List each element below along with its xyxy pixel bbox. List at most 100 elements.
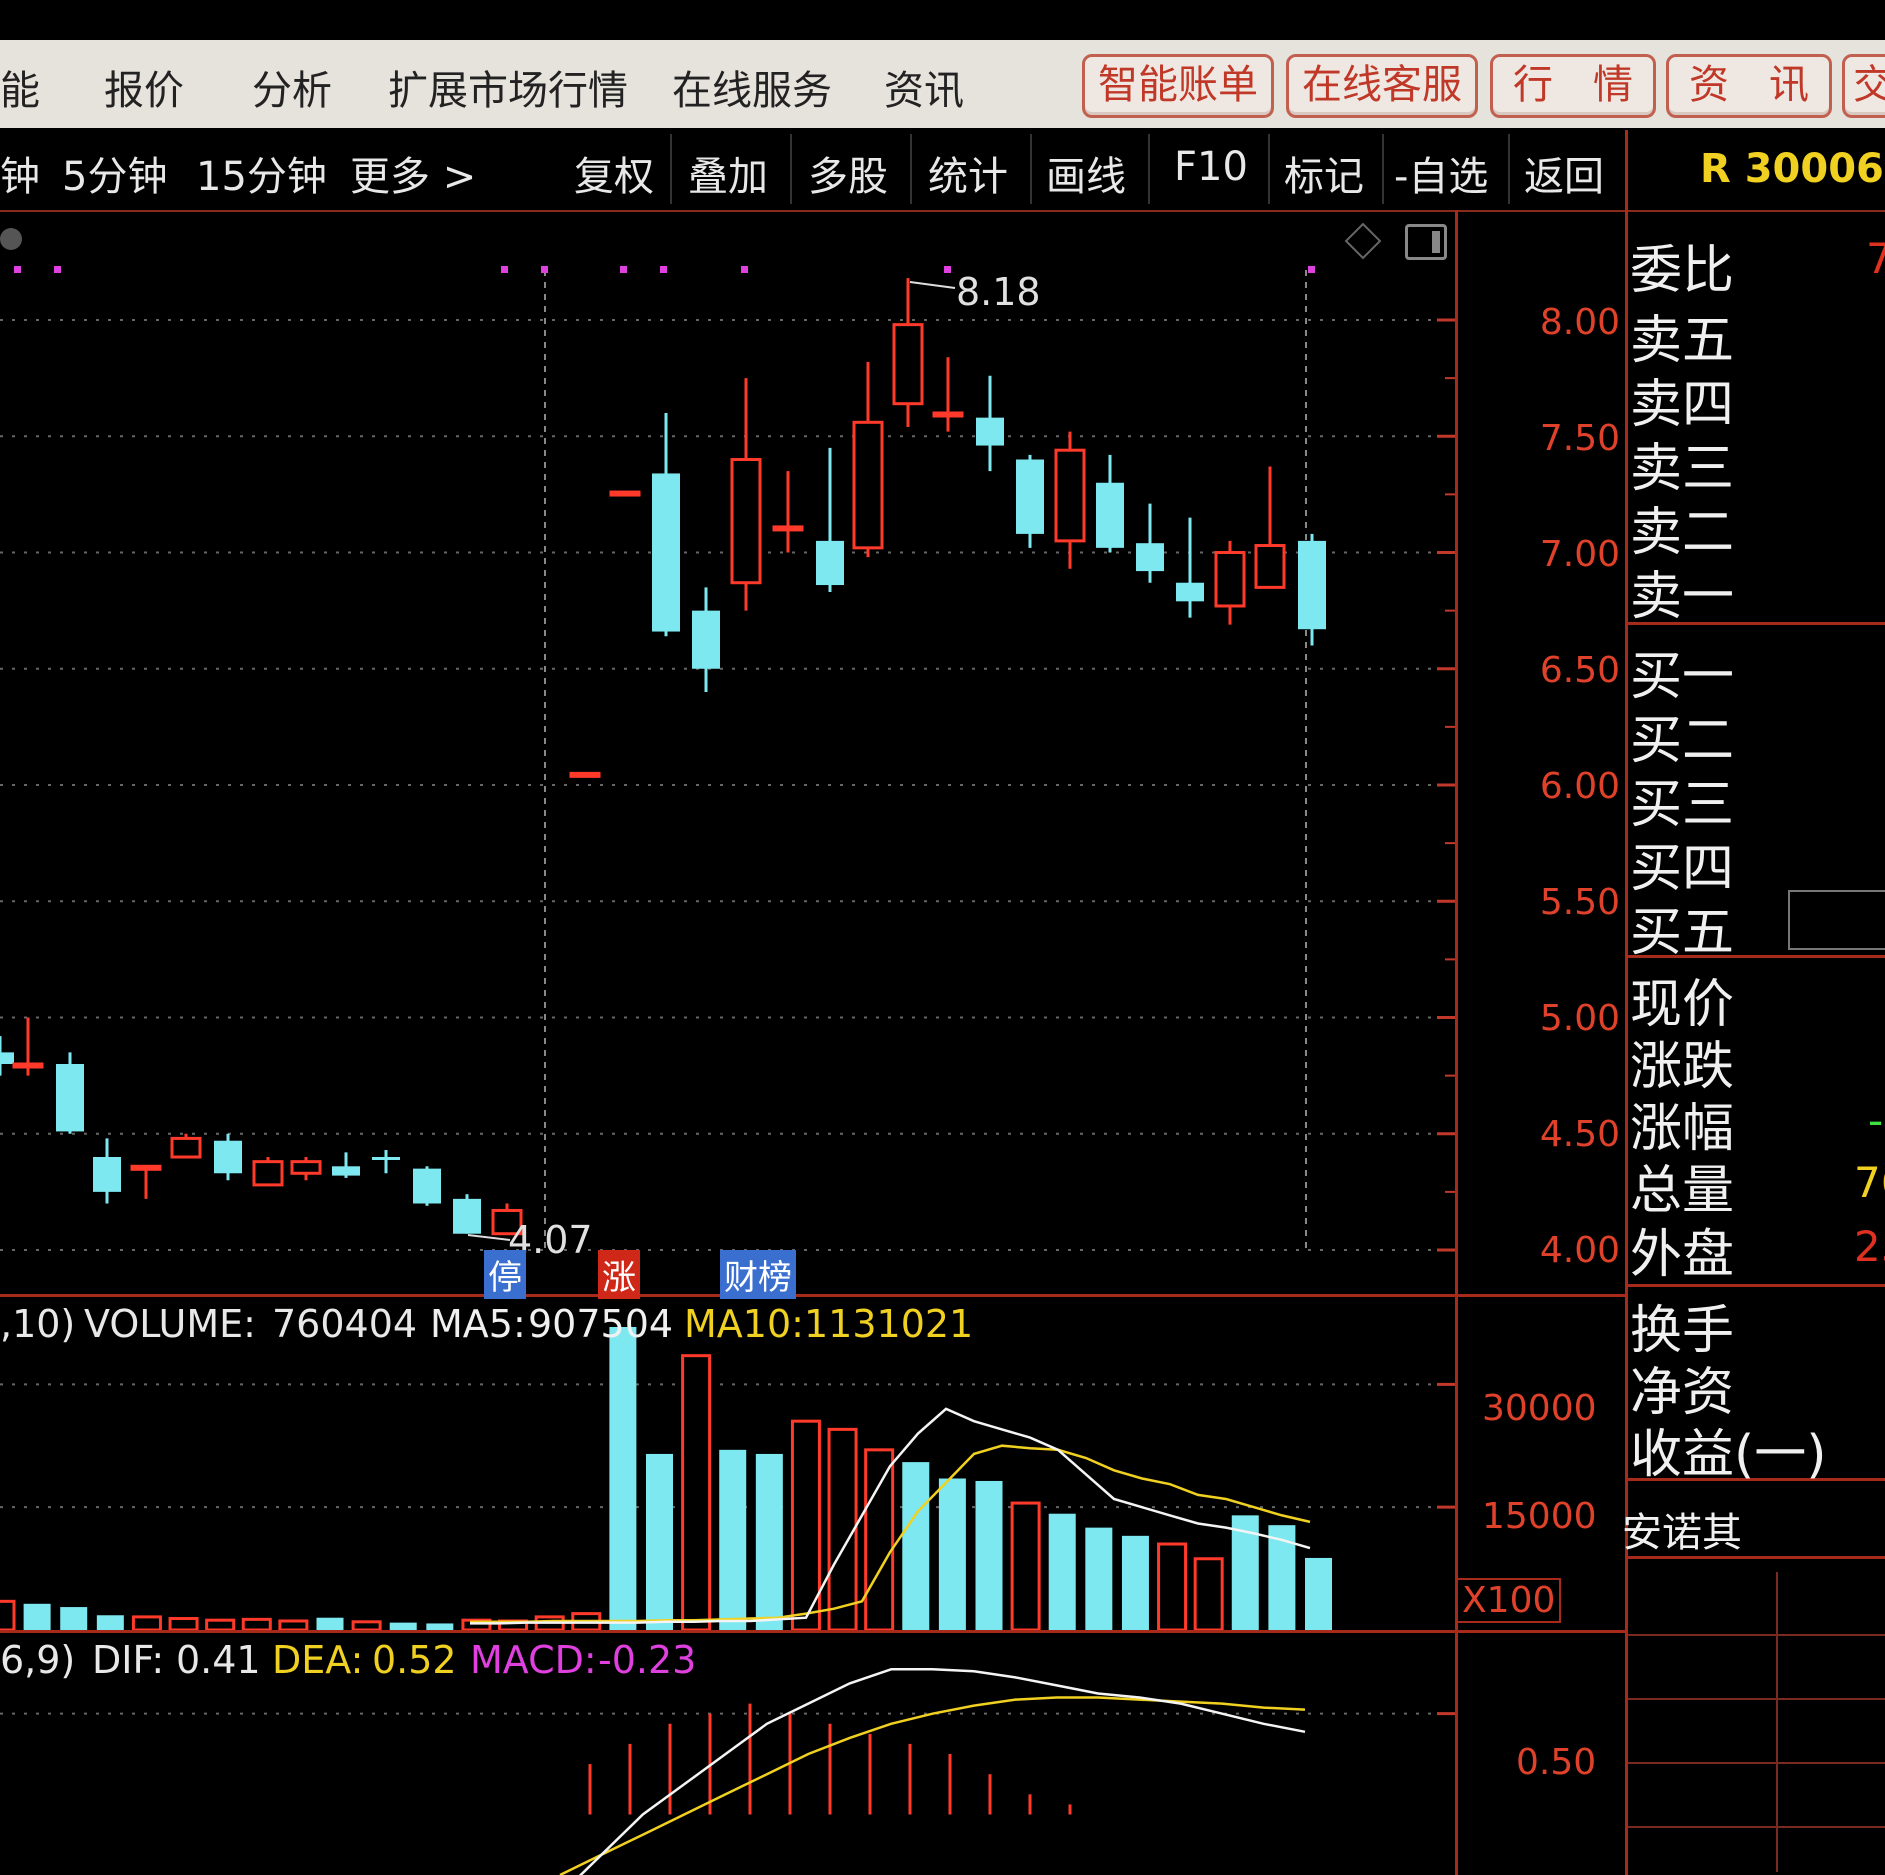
candle-body — [170, 1136, 202, 1159]
volume-bar — [241, 1617, 272, 1630]
candle-body — [413, 1168, 441, 1204]
volume-bar — [1048, 1513, 1076, 1630]
volume-bar — [426, 1623, 454, 1630]
menu-item-news[interactable]: 资讯 — [884, 58, 964, 116]
high-price-label: 8.18 — [956, 270, 1041, 314]
low-pointer — [467, 1234, 511, 1241]
macd-value: -0.23 — [598, 1638, 697, 1682]
volume-bar — [1010, 1501, 1041, 1630]
menu-bar: 能 报价 分析 扩展市场行情 在线服务 资讯 智能账单 在线客服 行 情 资 讯… — [0, 40, 1885, 128]
volume-bar — [205, 1618, 236, 1630]
event-marker — [660, 266, 667, 273]
event-tag-suspend[interactable]: 停 — [484, 1250, 526, 1299]
candle-body — [652, 473, 680, 632]
price-tick: 7.50 — [1539, 418, 1620, 459]
sell-level-1: 卖一 — [1630, 567, 1735, 627]
candle-body — [1054, 448, 1086, 543]
statistics-button[interactable]: 统计 — [928, 144, 1008, 202]
dea-value: 0.52 — [372, 1638, 457, 1682]
event-marker — [1308, 266, 1315, 273]
buy-level-5: 买五 — [1630, 903, 1735, 963]
adjust-button[interactable]: 复权 — [574, 144, 654, 202]
dea-line — [559, 1696, 1306, 1875]
outer-volume-value: 25 — [1854, 1222, 1885, 1271]
event-marker — [741, 266, 748, 273]
f10-button[interactable]: F10 — [1174, 144, 1248, 190]
smart-bill-button[interactable]: 智能账单 — [1082, 54, 1274, 118]
period-more[interactable]: 更多 > — [350, 144, 476, 202]
menu-item-online-service[interactable]: 在线服务 — [672, 58, 832, 116]
volume-bar — [827, 1427, 858, 1630]
candle-body — [93, 1157, 121, 1192]
window-toggle-icon[interactable] — [1405, 224, 1447, 260]
volume-bar — [1157, 1542, 1188, 1630]
volume-bar — [609, 1327, 637, 1630]
ma10-value: 1131021 — [804, 1302, 974, 1346]
period-minute[interactable]: 钟 — [0, 144, 40, 202]
trade-button[interactable]: 交 — [1842, 54, 1885, 118]
menu-item-extended-market[interactable]: 扩展市场行情 — [388, 58, 628, 116]
high-pointer — [909, 281, 956, 289]
candle-body — [290, 1160, 322, 1175]
menu-item-function[interactable]: 能 — [0, 58, 40, 116]
price-chart[interactable] — [0, 210, 1455, 1294]
period-5min[interactable]: 5分钟 — [62, 144, 167, 202]
volume-bar — [864, 1448, 895, 1630]
volume-tick: 15000 — [1482, 1496, 1597, 1537]
order-ratio-label: 委比 — [1630, 241, 1735, 301]
period-15min[interactable]: 15分钟 — [196, 144, 327, 202]
menu-item-analysis[interactable]: 分析 — [252, 58, 332, 116]
ma5-value: 907504 — [528, 1302, 674, 1346]
candle-body — [816, 540, 844, 586]
candle-body — [1214, 551, 1246, 608]
event-marker — [541, 266, 548, 273]
total-volume-value: 76 — [1854, 1158, 1885, 1207]
price-tick: 6.00 — [1539, 766, 1620, 807]
company-name: 安诺其 — [1622, 1510, 1742, 1556]
event-marker — [944, 266, 951, 273]
menu-item-quotes[interactable]: 报价 — [104, 58, 184, 116]
online-support-button[interactable]: 在线客服 — [1286, 54, 1478, 118]
volume-bar — [681, 1354, 712, 1630]
stock-code: R 300067 — [1700, 146, 1885, 192]
volume-bar — [168, 1617, 199, 1630]
candle-body — [1016, 459, 1044, 534]
mark-button[interactable]: 标记 — [1284, 144, 1364, 202]
candle-body — [609, 490, 641, 497]
volume-bar — [902, 1462, 930, 1630]
event-tag-earnings[interactable]: 财榜 — [720, 1250, 796, 1299]
price-tick: 4.50 — [1539, 1114, 1620, 1155]
volume-chart[interactable] — [0, 1297, 1455, 1630]
event-marker — [501, 266, 508, 273]
multi-stock-button[interactable]: 多股 — [808, 144, 888, 202]
back-button[interactable]: 返回 — [1524, 144, 1604, 202]
overlay-button[interactable]: 叠加 — [688, 144, 768, 202]
volume-bar — [23, 1603, 51, 1630]
watchlist-button[interactable]: -自选 — [1394, 144, 1488, 202]
candle-body — [730, 458, 762, 585]
volume-bar — [60, 1607, 88, 1630]
candle-body — [372, 1157, 400, 1160]
chart-settings-icon[interactable] — [0, 228, 22, 250]
candle-body — [332, 1166, 360, 1176]
candle-body — [1176, 582, 1204, 602]
volume-bar — [719, 1449, 747, 1630]
change-pct-value: - — [1868, 1096, 1884, 1145]
event-tag-limit-up[interactable]: 涨 — [598, 1250, 640, 1299]
candle-body — [569, 771, 601, 778]
news-button[interactable]: 资 讯 — [1666, 54, 1832, 118]
draw-line-button[interactable]: 画线 — [1046, 144, 1126, 202]
price-tick: 7.00 — [1539, 534, 1620, 575]
candle-body — [976, 417, 1004, 446]
tick-table-grid — [1628, 1572, 1885, 1872]
candle-body — [892, 323, 924, 406]
candle-body — [56, 1064, 84, 1132]
axis-border — [1455, 210, 1458, 1875]
price-tick: 8.00 — [1539, 302, 1620, 343]
order-input-box[interactable] — [1788, 890, 1885, 950]
market-button[interactable]: 行 情 — [1490, 54, 1656, 118]
volume-bar — [351, 1620, 382, 1630]
order-ratio-value: 7 — [1866, 234, 1885, 283]
candle-body — [453, 1198, 481, 1234]
candle-body — [12, 1062, 44, 1069]
